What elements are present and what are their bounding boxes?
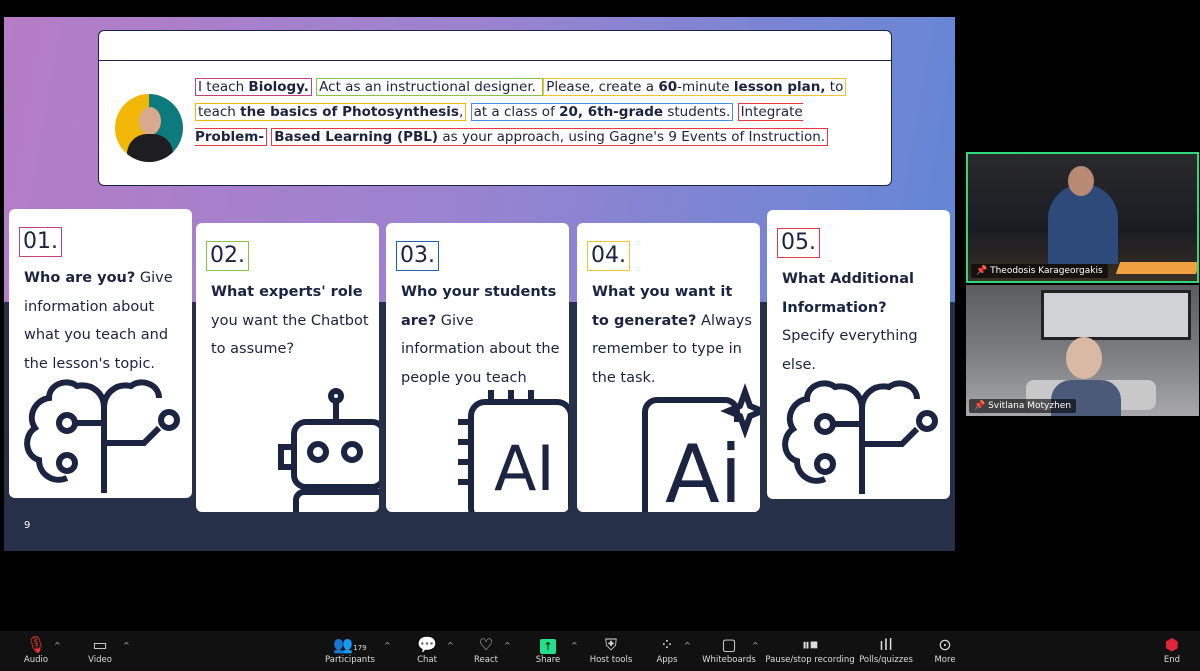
prompt-bold: Biology. [248, 79, 309, 95]
card-number: 01. [19, 227, 62, 257]
svg-text:AI: AI [494, 432, 555, 505]
participants-button[interactable]: 👥179 Participants [315, 635, 385, 665]
video-tile-speaker[interactable]: 📌 Theodosis Karageorgakis [966, 152, 1199, 283]
apps-button[interactable]: ⁘ Apps [632, 635, 702, 665]
whiteboards-caret[interactable]: ^ [752, 641, 759, 650]
svg-text:Ai: Ai [665, 428, 742, 512]
prompt-pre: at a class of [473, 104, 560, 120]
participants-icon: 👥179 [333, 635, 367, 654]
prompt-pre: Integrate [740, 104, 803, 120]
apps-caret[interactable]: ^ [684, 641, 691, 650]
prompt-bold: the basics of Photosynthesis [240, 104, 459, 120]
card-body: Specify everything else. [782, 328, 918, 373]
card-02: 02. What experts' role you want the Chat… [196, 223, 379, 512]
card-01: 01. Who are you? Give information about … [9, 209, 192, 498]
card-heading: What experts' role [211, 284, 363, 300]
pause-stop-icon: ⏸⏹ [801, 635, 818, 654]
prompt-pre: I teach [198, 79, 249, 95]
participant-name: 📌 Theodosis Karageorgakis [971, 264, 1108, 278]
card-03: 03. Who your students are? Give informat… [386, 223, 569, 512]
card-number: 03. [396, 241, 439, 271]
prompt-text: I teach Biology. Act as an instructional… [195, 75, 855, 150]
avatar [115, 94, 183, 162]
card-heading: What Additional Information? [782, 271, 914, 316]
video-tile-participant[interactable]: 📌 Svitlana Motyzhen [966, 285, 1199, 416]
prompt-post: as your approach, using Gagne's 9 Events… [438, 129, 826, 145]
prompt-bold: 20, 6th-grade [559, 104, 664, 120]
prompt-post: , [458, 104, 464, 120]
card-04: 04. What you want it to generate? Always… [577, 223, 760, 512]
card-text: Who your students are? Give information … [401, 278, 561, 392]
prompt-segment: Based Learning (PBL) as your approach, u… [271, 128, 829, 146]
card-heading: Who are you? [24, 270, 136, 286]
prompt-post: -minute [677, 79, 734, 95]
end-button[interactable]: ⬢ End [1137, 635, 1200, 665]
react-button[interactable]: ♡ React [451, 635, 521, 665]
video-options-caret[interactable]: ^ [123, 641, 130, 650]
prompt-bold: Based Learning (PBL) [274, 129, 439, 145]
more-button[interactable]: ⊙ More [910, 635, 980, 665]
prompt-bold2: lesson plan, [733, 79, 826, 95]
more-icon: ⊙ [938, 635, 952, 654]
participant-name: 📌 Svitlana Motyzhen [969, 399, 1077, 413]
shared-slide: I teach Biology. Act as an instructional… [4, 17, 955, 551]
apps-icon: ⁘ [660, 635, 674, 654]
share-button[interactable]: ↑ Share [513, 635, 583, 665]
prompt-post: students. [663, 104, 731, 120]
divider [99, 60, 891, 61]
end-icon: ⬢ [1165, 635, 1179, 654]
card-heading: Who your students are? [401, 284, 557, 329]
prompt-bold: Problem- [195, 129, 264, 145]
card-text: Who are you? Give information about what… [24, 264, 184, 378]
prompt-post2: to [825, 79, 844, 95]
audio-options-caret[interactable]: ^ [54, 641, 61, 650]
prompt-segment: teach the basics of Photosynthesis, [195, 103, 467, 121]
card-text: What Additional Information? Specify eve… [782, 265, 942, 379]
whiteboards-button[interactable]: ▢ Whiteboards [694, 635, 764, 665]
video-button[interactable]: ▭ Video [65, 635, 135, 665]
card-text: What experts' role you want the Chatbot … [211, 278, 371, 364]
prompt-pre: Act as an instructional designer. [319, 79, 541, 95]
card-05: 05. What Additional Information? Specify… [767, 210, 950, 499]
prompt-box: I teach Biology. Act as an instructional… [98, 30, 892, 186]
card-text: What you want it to generate? Always rem… [592, 278, 752, 392]
audio-button[interactable]: 🎙 Audio [1, 635, 71, 665]
prompt-segment: Please, create a 60-minute lesson plan, … [543, 78, 847, 96]
recording-button[interactable]: ⏸⏹ Pause/stop recording [765, 635, 855, 665]
prompt-pre: teach [198, 104, 241, 120]
card-number: 02. [206, 241, 249, 271]
card-number: 04. [587, 241, 630, 271]
prompt-segment: at a class of 20, 6th-grade students. [470, 103, 734, 121]
prompt-bold: 60 [658, 79, 678, 95]
prompt-pre: Please, create a [546, 79, 659, 95]
prompt-segment: Act as an instructional designer. [316, 78, 544, 96]
card-number: 05. [777, 228, 820, 258]
meeting-toolbar: 🎙 Audio ^ ▭ Video ^ 👥179 Participants ^ 💬 Ch… [0, 631, 1200, 671]
prompt-segment: I teach Biology. [195, 78, 312, 96]
react-caret[interactable]: ^ [504, 641, 511, 650]
card-body: you want the Chatbot to assume? [211, 312, 369, 358]
page-number: 9 [24, 520, 31, 531]
participants-caret[interactable]: ^ [384, 641, 391, 650]
